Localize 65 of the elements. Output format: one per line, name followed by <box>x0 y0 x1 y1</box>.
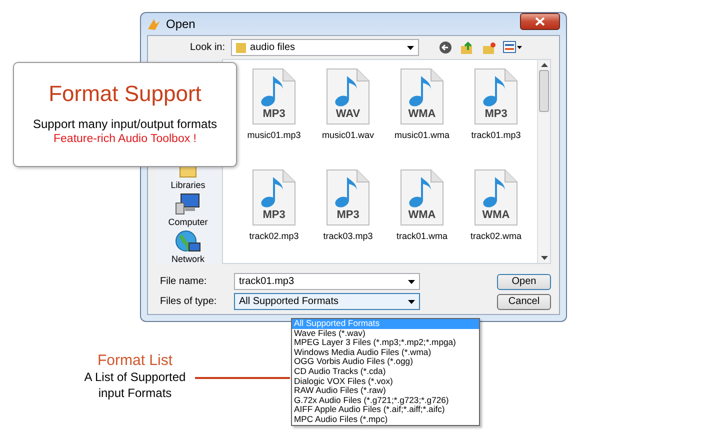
file-item[interactable]: MP3 track03.mp3 <box>323 168 373 255</box>
file-format-label: MP3 <box>262 108 286 120</box>
file-type-option[interactable]: OGG Vorbis Audio Files (*.ogg) <box>292 357 479 367</box>
music-file-icon <box>251 68 297 126</box>
back-button[interactable] <box>437 40 454 56</box>
file-item[interactable]: MP3 track01.mp3 <box>471 68 521 154</box>
file-name-field[interactable]: track01.mp3 <box>234 273 420 290</box>
file-type-option[interactable]: Wave Files (*.wav) <box>292 328 479 338</box>
scroll-thumb[interactable] <box>539 70 549 112</box>
file-type-option[interactable]: MPC Audio Files (*.mpc) <box>292 414 479 425</box>
sidebar-item[interactable]: Computer <box>168 193 208 227</box>
file-type-option[interactable]: RAW Audio Files (*.raw) <box>292 386 479 396</box>
file-format-label: WMA <box>407 208 437 220</box>
file-item[interactable]: WMA track02.wma <box>470 168 522 255</box>
globe-icon <box>174 230 201 252</box>
folder-icon <box>236 42 246 53</box>
file-type-option[interactable]: AIFF Apple Audio Files (*.aif;*.aiff;*.aifc) <box>292 405 479 415</box>
view-menu-button[interactable] <box>503 40 524 56</box>
sidebar-item[interactable]: Network <box>171 230 204 264</box>
open-button[interactable]: Open <box>497 274 551 290</box>
music-file-icon <box>325 68 371 126</box>
caret-icon <box>408 300 415 304</box>
file-item[interactable]: MP3 music01.mp3 <box>247 68 301 154</box>
close-button[interactable] <box>520 12 560 30</box>
look-in-label: Look in: <box>190 42 226 53</box>
folder-icon <box>178 165 197 178</box>
caret-icon <box>407 46 414 50</box>
file-type-option[interactable]: CD Audio Tracks (*.cda) <box>292 366 479 377</box>
app-icon <box>147 17 161 31</box>
look-in-dropdown[interactable]: audio files <box>231 39 420 56</box>
close-icon <box>535 16 545 26</box>
annotation-title: Format List <box>97 352 172 369</box>
new-folder-button[interactable] <box>481 40 498 56</box>
file-format-label: WAV <box>334 108 362 120</box>
music-file-icon <box>473 68 519 126</box>
scrollbar[interactable] <box>537 60 550 263</box>
file-format-label: MP3 <box>262 208 286 220</box>
file-format-label: WMA <box>481 208 511 220</box>
music-file-icon <box>398 68 445 126</box>
file-name-label: File name: <box>160 276 208 287</box>
callout-title: Format Support <box>48 81 202 107</box>
computer-icon <box>174 193 201 215</box>
file-item[interactable]: WMA track01.wma <box>396 168 448 255</box>
music-file-icon <box>251 168 297 226</box>
file-type-option[interactable]: Dialogic VOX Files (*.vox) <box>292 376 479 386</box>
file-item[interactable]: WAV music01.wav <box>322 68 374 154</box>
music-file-icon <box>325 168 371 226</box>
window-title: Open <box>166 17 196 31</box>
file-type-label: Files of type: <box>160 296 218 307</box>
file-type-option[interactable]: G.72x Audio Files (*.g721;*.g723;*.g726) <box>292 396 479 406</box>
file-format-label: MP3 <box>336 208 360 220</box>
callout-text: Support many input/output formats <box>32 117 218 131</box>
file-type-option[interactable]: Windows Media Audio Files (*.wma) <box>292 348 479 358</box>
annotation-text: A List of Supported input Formats <box>83 369 187 401</box>
music-file-icon <box>473 168 519 226</box>
file-type-option[interactable]: MPEG Layer 3 Files (*.mp3;*.mp2;*.mpga) <box>292 338 479 348</box>
file-type-dropdown[interactable]: All Supported Formats <box>234 293 420 310</box>
callout-highlight: Feature-rich Audio Toolbox ! <box>54 133 196 145</box>
caret-icon <box>408 280 415 284</box>
music-file-icon <box>399 168 445 226</box>
file-item[interactable]: MP3 track02.mp3 <box>249 168 299 255</box>
file-format-label: MP3 <box>484 108 508 120</box>
file-item[interactable]: WMA music01.wma <box>394 68 450 154</box>
cancel-button[interactable]: Cancel <box>497 294 551 310</box>
file-format-label: WMA <box>407 108 437 120</box>
